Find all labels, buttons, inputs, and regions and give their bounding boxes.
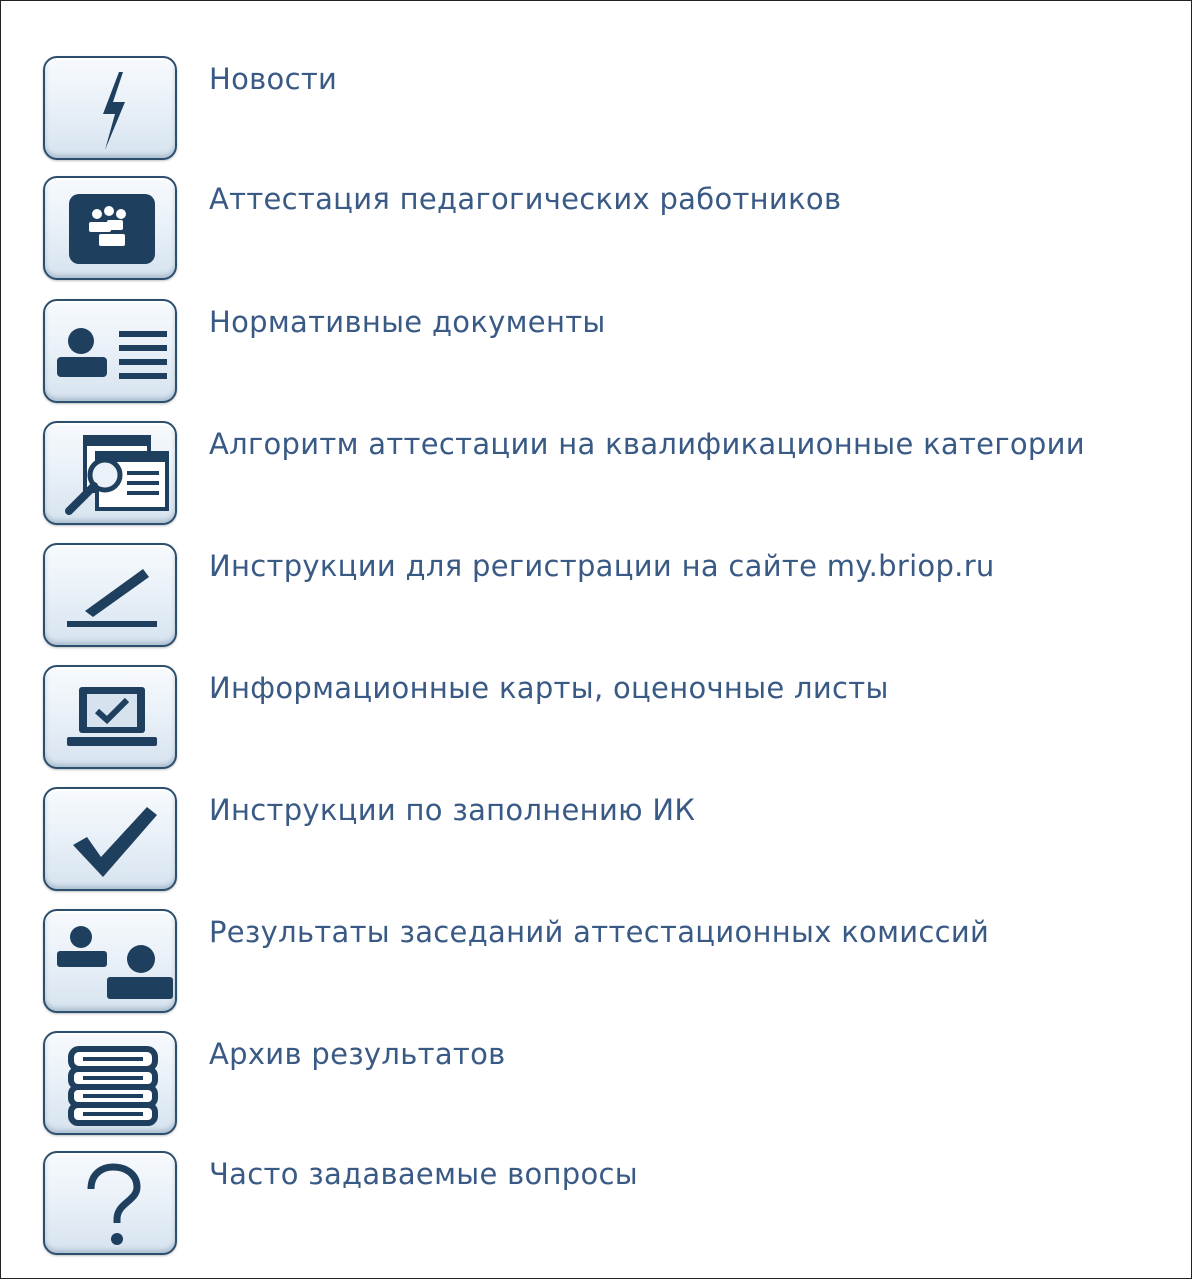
menu-item-label[interactable]: Аттестация педагогических работников (209, 182, 841, 216)
page-frame: Новости Аттестация педагогических работн… (0, 0, 1192, 1279)
pen-signature-icon[interactable] (43, 543, 177, 647)
laptop-check-icon[interactable] (43, 665, 177, 769)
menu-item-algorithm[interactable]: Алгоритм аттестации на квалификационные … (43, 421, 1183, 529)
menu-item-commission-results[interactable]: Результаты заседаний аттестационных коми… (43, 909, 1183, 1017)
magnifier-window-icon[interactable] (43, 421, 177, 525)
checkmark-icon[interactable] (43, 787, 177, 891)
menu-item-label[interactable]: Инструкции по заполнению ИК (209, 793, 695, 827)
people-card-icon[interactable] (43, 176, 177, 280)
menu-item-label[interactable]: Новости (209, 62, 337, 96)
menu-item-attestation[interactable]: Аттестация педагогических работников (43, 176, 1183, 284)
menu-item-label[interactable]: Инструкции для регистрации на сайте my.b… (209, 549, 995, 583)
menu-item-ik-instructions[interactable]: Инструкции по заполнению ИК (43, 787, 1183, 895)
menu-item-normative-docs[interactable]: Нормативные документы (43, 299, 1183, 407)
profile-document-icon[interactable] (43, 299, 177, 403)
users-group-icon[interactable] (43, 909, 177, 1013)
menu-item-label[interactable]: Информационные карты, оценочные листы (209, 671, 889, 705)
menu-item-news[interactable]: Новости (43, 56, 1183, 164)
menu-item-label[interactable]: Архив результатов (209, 1037, 506, 1071)
navigation-menu: Новости Аттестация педагогических работн… (1, 1, 1191, 1278)
menu-item-label[interactable]: Часто задаваемые вопросы (209, 1157, 638, 1191)
menu-item-archive[interactable]: Архив результатов (43, 1031, 1183, 1139)
menu-item-label[interactable]: Результаты заседаний аттестационных коми… (209, 915, 989, 949)
menu-item-faq[interactable]: Часто задаваемые вопросы (43, 1151, 1183, 1259)
menu-item-registration[interactable]: Инструкции для регистрации на сайте my.b… (43, 543, 1183, 651)
menu-item-label[interactable]: Нормативные документы (209, 305, 606, 339)
archive-stack-icon[interactable] (43, 1031, 177, 1135)
lightning-icon[interactable] (43, 56, 177, 160)
menu-item-label[interactable]: Алгоритм аттестации на квалификационные … (209, 427, 1085, 461)
question-mark-icon[interactable] (43, 1151, 177, 1255)
menu-item-info-cards[interactable]: Информационные карты, оценочные листы (43, 665, 1183, 773)
